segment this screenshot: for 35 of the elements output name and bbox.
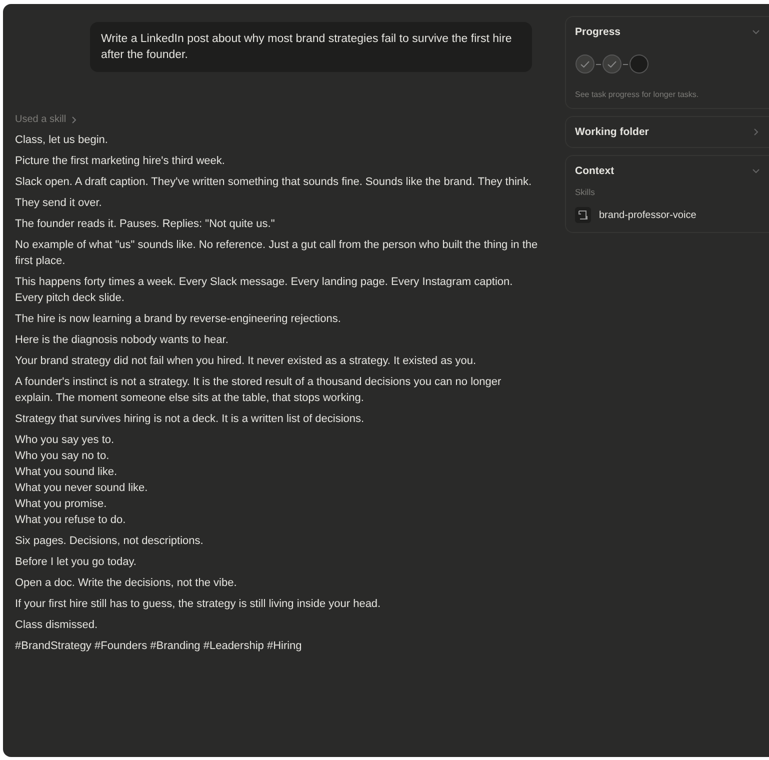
chevron-down-icon[interactable]: [752, 28, 760, 36]
response-paragraph: This happens forty times a week. Every Slack message. Every landing page. Every Instagram caption. Every pitch deck slide.: [15, 275, 514, 306]
chevron-down-icon[interactable]: [752, 167, 760, 175]
response-paragraph: Six pages. Decisions, not descriptions.: [15, 534, 204, 549]
response-paragraph: They send it over.: [15, 196, 103, 211]
response-paragraph: Open a doc. Write the decisions, not the vibe.: [15, 576, 238, 591]
user-message: Write a LinkedIn post about why most brand strategies fail to survive the first hire after the founder.: [90, 22, 532, 72]
response-paragraph: Slack open. A draft caption. They've written something that sounds fine. Sounds like the brand. They think.: [15, 175, 533, 190]
section-label: Skills: [575, 187, 596, 197]
response-line: Who you say no to.: [15, 449, 110, 464]
response-paragraph: Here is the diagnosis nobody wants to hear.: [15, 333, 230, 348]
response-paragraph: A founder's instinct is not a strategy. It is the stored result of a thousand decisions you can no longer explain. The moment someone else sits at the table, that stops working.: [15, 375, 502, 406]
response-paragraph: Class, let us begin.: [15, 133, 109, 148]
response-paragraph: If your first hire still has to guess, the strategy is still living inside your head.: [15, 597, 382, 612]
chevron-right-icon[interactable]: [752, 128, 760, 136]
response-paragraph: Before I let you go today.: [15, 555, 138, 570]
chevron-right-icon: [71, 116, 78, 124]
response-paragraph: Your brand strategy did not fail when you hired. It never existed as a strategy. It existed as you.: [15, 354, 478, 369]
response-paragraph: The founder reads it. Pauses. Replies: "Not quite us.": [15, 217, 276, 232]
response-paragraph: Strategy that survives hiring is not a deck. It is a written list of decisions.: [15, 412, 366, 427]
panel-title[interactable]: Working folder: [575, 126, 649, 138]
response-line: What you refuse to do.: [15, 513, 127, 528]
progress-note: See task progress for longer tasks.: [575, 90, 700, 99]
skill-name[interactable]: brand-professor-voice: [599, 210, 696, 220]
response-paragraph: No example of what "us" sounds like. No reference. Just a gut call from the person who built the thing in the first place.: [15, 238, 539, 269]
response-paragraph: #BrandStrategy #Founders #Branding #Leadership #Hiring: [15, 639, 303, 654]
response-line: Who you say yes to.: [15, 433, 116, 448]
panel-title[interactable]: Progress: [575, 26, 621, 38]
response-paragraph: Class dismissed.: [15, 618, 99, 633]
response-line: What you promise.: [15, 497, 108, 512]
panel-title[interactable]: Context: [575, 165, 614, 177]
response-line: What you sound like.: [15, 465, 118, 480]
response-paragraph: The hire is now learning a brand by reverse-engineering rejections.: [15, 312, 342, 327]
response-paragraph: Picture the first marketing hire's third week.: [15, 154, 226, 169]
response-line: What you never sound like.: [15, 481, 149, 496]
